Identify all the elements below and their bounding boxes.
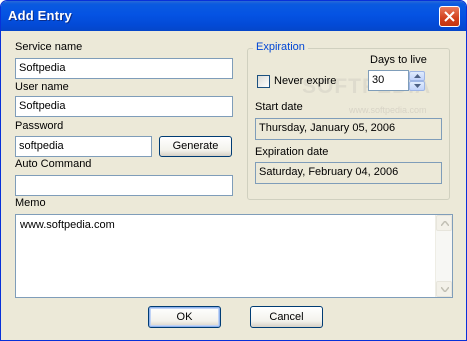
days-to-live-label: Days to live [370,54,427,66]
scroll-up-button[interactable] [436,215,452,231]
days-to-live-field[interactable]: 30 [368,70,409,91]
service-name-field[interactable]: Softpedia [15,58,233,79]
generate-button[interactable]: Generate [159,136,232,157]
auto-command-field[interactable] [15,175,233,196]
user-name-field[interactable]: Softpedia [15,96,233,117]
ok-button[interactable]: OK [148,306,221,328]
start-date-label: Start date [255,101,303,113]
password-field[interactable]: softpedia [15,136,152,157]
days-spin-up-button[interactable] [409,71,425,81]
expiration-date-label: Expiration date [255,146,329,158]
password-label: Password [15,120,64,132]
memo-label: Memo [15,197,46,209]
expiration-group-label: Expiration [253,41,308,53]
dialog-body: SOFTPEDIA www.softpedia.com Service name… [4,31,463,338]
memo-textarea[interactable]: www.softpedia.com [15,214,453,298]
scroll-down-button[interactable] [436,281,452,297]
close-button[interactable] [439,6,460,27]
window-title: Add Entry [8,8,72,23]
expiration-date-field: Saturday, February 04, 2006 [255,162,442,184]
memo-scrollbar[interactable] [435,215,452,297]
days-spin-down-button[interactable] [409,81,425,91]
title-bar[interactable]: Add Entry [1,1,466,31]
user-name-label: User name [15,81,69,93]
service-name-label: Service name [15,41,83,53]
memo-text: www.softpedia.com [20,219,115,231]
never-expire-label[interactable]: Never expire [274,75,336,87]
cancel-button[interactable]: Cancel [250,306,323,328]
auto-command-label: Auto Command [15,158,92,170]
add-entry-dialog: Add Entry SOFTPEDIA www.softpedia.com Se… [0,0,467,341]
never-expire-checkbox[interactable] [257,75,270,88]
start-date-field: Thursday, January 05, 2006 [255,118,442,140]
